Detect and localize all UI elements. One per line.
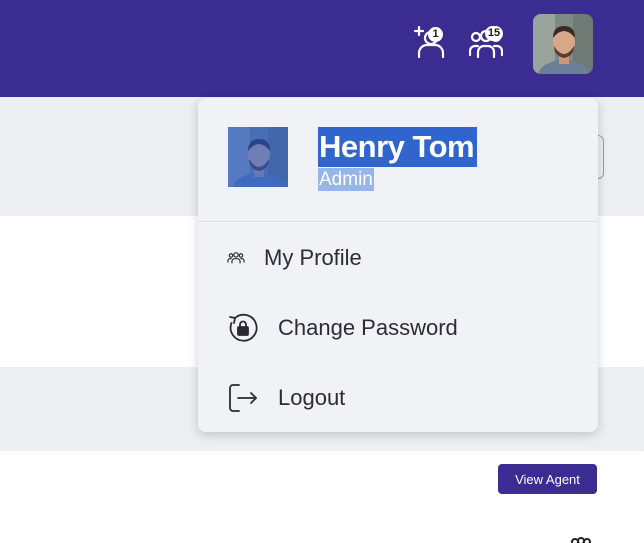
avatar	[533, 14, 593, 74]
menu-item-change-password[interactable]: Change Password	[198, 293, 598, 363]
logout-icon	[226, 381, 260, 415]
avatar	[228, 127, 288, 187]
dropdown-header: Henry Tom Admin	[198, 98, 598, 222]
view-agent-button[interactable]: View Agent	[498, 464, 597, 494]
user-dropdown-menu: Henry Tom Admin My Profile Change Passwo…	[198, 98, 598, 432]
user-avatar-button[interactable]	[533, 14, 593, 74]
menu-item-my-profile[interactable]: My Profile	[198, 223, 598, 293]
users-icon	[226, 248, 246, 268]
top-bar: 1 15	[0, 0, 644, 97]
team-button[interactable]: 15	[469, 24, 505, 62]
menu-item-logout[interactable]: Logout	[198, 363, 598, 432]
people-icon	[567, 537, 595, 543]
team-count-badge: 15	[485, 26, 503, 41]
user-role: Admin	[318, 168, 374, 191]
add-user-button[interactable]: 1	[412, 24, 448, 62]
menu-item-label: My Profile	[264, 245, 362, 270]
menu-item-label: Change Password	[278, 315, 458, 340]
lock-rotate-icon	[226, 311, 260, 345]
menu-item-label: Logout	[278, 385, 346, 410]
invite-count-badge: 1	[428, 27, 443, 42]
user-name: Henry Tom	[318, 127, 478, 167]
